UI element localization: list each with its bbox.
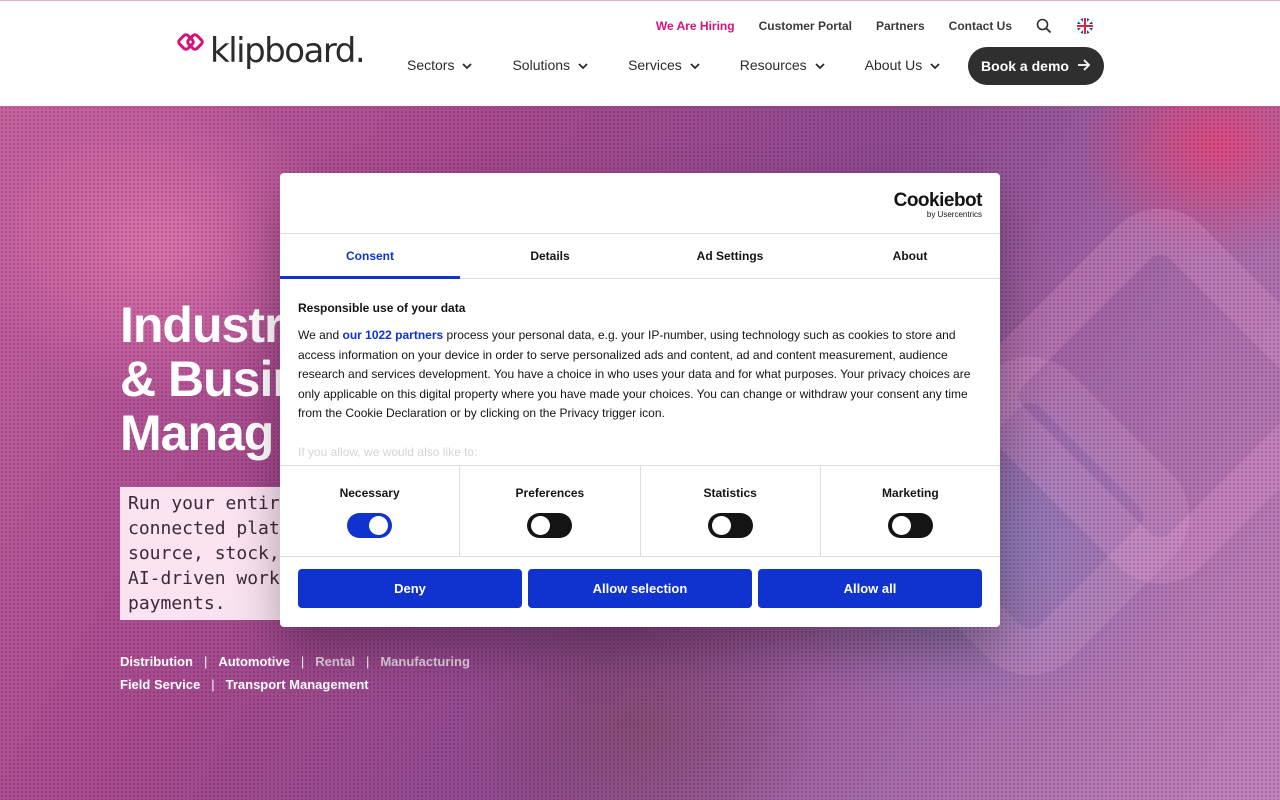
- sector-link-manufacturing[interactable]: Manufacturing: [380, 654, 470, 669]
- arrow-right-icon: [1077, 58, 1091, 74]
- category-label: Marketing: [882, 486, 939, 500]
- category-preferences: Preferences: [460, 466, 641, 556]
- hero-title-line: & Busin: [120, 351, 303, 407]
- consent-heading: Responsible use of your data: [298, 301, 466, 315]
- partners-link[interactable]: our 1022 partners: [342, 328, 443, 342]
- category-necessary: Necessary: [280, 466, 461, 556]
- consent-text-start: We and: [298, 328, 343, 343]
- chevron-down-icon: [462, 57, 473, 73]
- toggle-knob: [369, 516, 389, 535]
- logo-wordmark: klipboard: [210, 31, 356, 71]
- category-label: Preferences: [515, 486, 585, 500]
- logo-mark-icon: [176, 33, 206, 57]
- tab-about[interactable]: About: [820, 234, 1000, 278]
- separator: |: [203, 654, 208, 669]
- sector-link-rental[interactable]: Rental: [315, 654, 355, 669]
- category-marketing: Marketing: [821, 466, 1000, 556]
- nav-label: Services: [628, 57, 682, 73]
- site-header: klipboard. We Are Hiring Customer Portal…: [0, 0, 1280, 106]
- nav-resources[interactable]: Resources: [740, 57, 825, 73]
- allow-all-button[interactable]: Allow all: [758, 569, 982, 608]
- separator: |: [211, 677, 215, 692]
- statistics-toggle[interactable]: [707, 513, 753, 538]
- nav-sectors[interactable]: Sectors: [407, 57, 473, 73]
- nav-label: About Us: [864, 57, 923, 73]
- sector-link-transport-management[interactable]: Transport Management: [226, 677, 369, 692]
- tab-consent[interactable]: Consent: [280, 234, 460, 279]
- deny-button[interactable]: Deny: [298, 569, 522, 608]
- tab-details[interactable]: Details: [460, 234, 640, 278]
- tab-ad-settings[interactable]: Ad Settings: [640, 234, 820, 278]
- toggle-knob: [711, 516, 731, 535]
- consent-faded-text: If you allow, we would also like to:: [298, 445, 478, 460]
- cookiebot-wordmark: Cookiebot: [893, 190, 983, 211]
- category-label: Statistics: [703, 486, 757, 500]
- chevron-down-icon: [930, 57, 940, 73]
- separator: |: [365, 654, 370, 669]
- uk-flag-icon[interactable]: [1076, 17, 1094, 35]
- hero-title-line: Industr: [120, 297, 283, 353]
- main-nav: Sectors Solutions Services Resources Abo…: [407, 57, 940, 73]
- toggle-knob: [891, 516, 911, 535]
- preferences-toggle[interactable]: [527, 513, 573, 538]
- hero-title: Industr & Busin Manag: [120, 297, 303, 461]
- nav-about-us[interactable]: About Us: [865, 57, 941, 73]
- cookiebot-logo: Cookiebot by Usercentrics: [893, 190, 983, 219]
- category-statistics: Statistics: [641, 466, 821, 556]
- consent-content: Responsible use of your data We and our …: [298, 299, 984, 463]
- sector-links: Distribution | Automotive | Rental | Manufactu…: [120, 650, 470, 696]
- chevron-down-icon: [815, 57, 825, 73]
- customer-portal-link[interactable]: Customer Portal: [759, 19, 852, 33]
- nav-label: Sectors: [407, 57, 455, 73]
- cookie-consent-dialog: Cookiebot by Usercentrics Consent Detail…: [280, 173, 1000, 627]
- search-icon[interactable]: [1036, 18, 1052, 34]
- marketing-toggle[interactable]: [887, 513, 933, 538]
- book-a-demo-button[interactable]: Book a demo: [968, 47, 1104, 85]
- partners-link[interactable]: Partners: [876, 19, 925, 33]
- nav-services[interactable]: Services: [628, 57, 700, 73]
- chevron-down-icon: [578, 57, 588, 73]
- logo-dot: .: [354, 31, 366, 71]
- nav-label: Solutions: [512, 57, 571, 73]
- book-a-demo-label: Book a demo: [981, 58, 1069, 74]
- category-label: Necessary: [339, 486, 400, 500]
- sector-link-field-service[interactable]: Field Service: [120, 677, 200, 692]
- consent-text: We and our 1022 partners process your pe…: [298, 326, 984, 423]
- sector-link-distribution[interactable]: Distribution: [120, 654, 193, 669]
- toggle-knob: [531, 516, 551, 535]
- necessary-toggle[interactable]: [347, 513, 393, 538]
- consent-tabs: Consent Details Ad Settings About: [280, 233, 1000, 279]
- sector-link-automotive[interactable]: Automotive: [218, 654, 290, 669]
- consent-categories: Necessary Preferences Statistics Marketi…: [280, 465, 1000, 557]
- utility-nav: We Are Hiring Customer Portal Partners C…: [656, 17, 1094, 35]
- nav-solutions[interactable]: Solutions: [512, 57, 588, 73]
- hero-title-line: Manag: [120, 405, 274, 461]
- contact-us-link[interactable]: Contact Us: [949, 19, 1012, 33]
- separator: |: [300, 654, 305, 669]
- chevron-down-icon: [690, 57, 700, 73]
- we-are-hiring-link[interactable]: We Are Hiring: [656, 19, 735, 33]
- nav-label: Resources: [739, 57, 807, 73]
- klipboard-logo[interactable]: klipboard.: [176, 31, 366, 71]
- allow-selection-button[interactable]: Allow selection: [528, 569, 752, 608]
